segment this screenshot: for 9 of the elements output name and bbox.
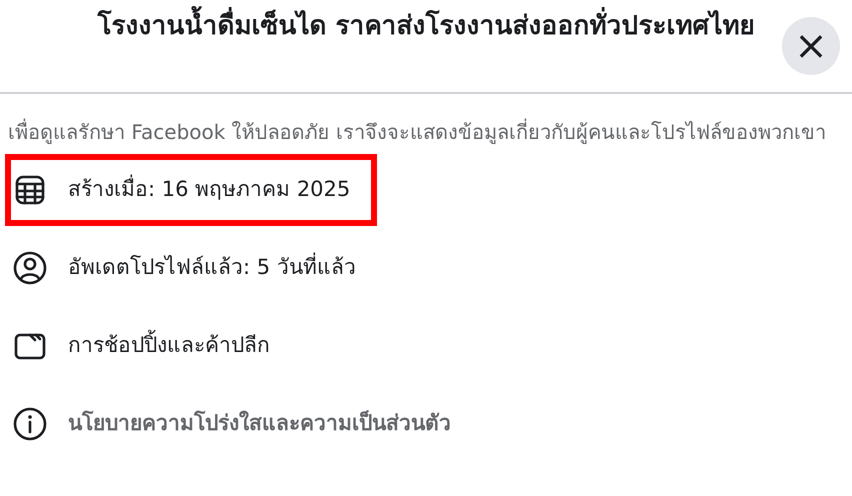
- policy-link[interactable]: นโยบายความโปร่งใสและความเป็นส่วนตัว: [68, 408, 451, 440]
- close-button[interactable]: ×: [782, 17, 840, 75]
- description-text: เพื่อดูแลรักษา Facebook ให้ปลอดภัย เราจึงจะแสดงข้อมูลเกี่ยวกับผู้คนและโปรไฟล์ของพวกเขา: [7, 118, 828, 146]
- info-icon: [12, 406, 48, 442]
- info-text: อัพเดตโปรไฟล์แล้ว: 5 วันที่แล้ว: [68, 252, 356, 284]
- dialog-title: โรงงานน้ำดื่มเซ็นได ราคาส่งโรงงานส่งออกทั่วประเทศไทย: [86, 0, 766, 46]
- profile-icon: [12, 250, 48, 286]
- info-text: สร้างเมื่อ: 16 พฤษภาคม 2025: [68, 174, 350, 206]
- info-text: การช้อปปิ้งและค้าปลีก: [68, 330, 270, 362]
